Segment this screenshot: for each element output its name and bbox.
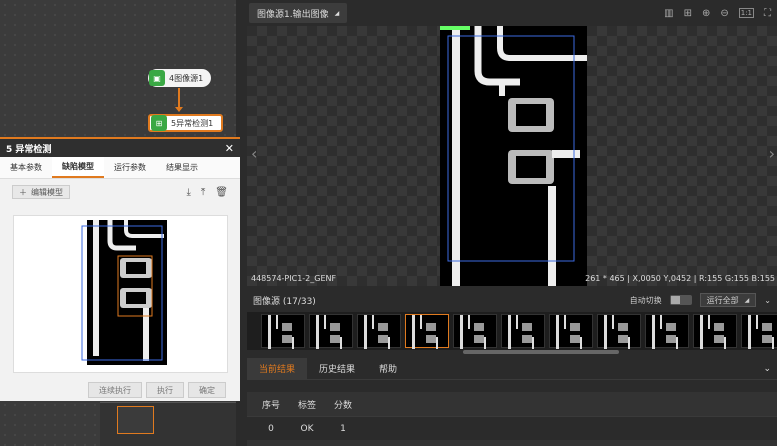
continuous-run-button[interactable]: 连续执行 xyxy=(88,382,142,398)
dialog-tabs: 基本参数 缺陷模型 运行参数 结果显示 xyxy=(0,157,240,179)
flow-node-image-source-label: 4图像源1 xyxy=(169,73,204,83)
tab-result-display[interactable]: 结果显示 xyxy=(156,157,208,178)
cell-score: 1 xyxy=(340,423,346,434)
connector-arrow-icon xyxy=(175,107,183,112)
image-name: 448574-PIC1-2_GENF xyxy=(251,274,337,283)
anomaly-detection-icon: ⊞ xyxy=(151,115,167,131)
import-icon[interactable]: ⤓ xyxy=(186,187,190,198)
pixel-info: 261 * 465 | X,0050 Y,0452 | R:155 G:155 … xyxy=(585,274,775,283)
run-all-label: 运行全部 xyxy=(706,295,739,305)
thumbnail-scrollbar[interactable] xyxy=(463,350,619,354)
delete-icon[interactable]: 🗑 xyxy=(215,187,228,198)
column-header-label: 标签 xyxy=(297,400,316,411)
image-thumbnail[interactable] xyxy=(357,314,401,349)
image-thumbnail[interactable] xyxy=(309,314,353,349)
flow-node-image-source[interactable]: ▣ 4图像源1 xyxy=(148,69,212,87)
table-row[interactable]: 0 OK 1 xyxy=(247,416,777,440)
image-thumbnail[interactable] xyxy=(453,314,497,349)
results-table: 序号 标签 分数 0 OK 1 xyxy=(247,392,777,446)
close-icon[interactable]: ✕ xyxy=(225,142,234,155)
dropdown-corner-icon: ◢ xyxy=(334,9,340,17)
confirm-button[interactable]: 确定 xyxy=(188,382,226,398)
zoom-out-icon[interactable]: ⊖ xyxy=(720,8,728,19)
mini-thumbnail[interactable] xyxy=(117,406,154,434)
tab-history-result[interactable]: 历史结果 xyxy=(307,358,367,379)
tab-run-params[interactable]: 运行参数 xyxy=(104,157,156,178)
tab-basic-params[interactable]: 基本参数 xyxy=(0,157,52,178)
image-viewer[interactable]: ‹ › 448574-PIC1-2_GENF 261 * 465 | X,005… xyxy=(247,26,777,286)
model-preview-image xyxy=(81,220,167,365)
dialog-footer: 连续执行 执行 确定 xyxy=(0,379,240,401)
image-thumbnail[interactable] xyxy=(597,314,641,349)
image-strip-header: 图像源 (17/33) 自动切换 运行全部 ◢ ⌄ xyxy=(247,290,777,310)
model-preview[interactable] xyxy=(13,215,228,373)
dropdown-corner-icon: ◢ xyxy=(744,296,750,304)
image-icon: ▣ xyxy=(149,70,165,86)
image-thumbnail[interactable] xyxy=(501,314,545,349)
dialog-toolbar: ＋ 编辑模型 ⤓ ⤒ 🗑 xyxy=(0,179,240,205)
viewer-header: 图像源1.输出图像 ◢ ▥ ⊞ ⊕ ⊖ 1:1 ⛶ xyxy=(243,0,777,26)
edit-model-button[interactable]: ＋ 编辑模型 xyxy=(12,185,70,199)
crosshair-icon[interactable]: ⊞ xyxy=(684,8,692,19)
results-collapse-chevron-icon[interactable]: ⌄ xyxy=(763,358,777,379)
viewer-image xyxy=(440,26,587,286)
dialog-title: 5 异常检测 xyxy=(6,144,52,155)
auto-switch-toggle[interactable] xyxy=(669,295,692,305)
edit-model-label: 编辑模型 xyxy=(31,187,63,197)
image-thumbnail[interactable] xyxy=(405,314,449,349)
image-source-select[interactable]: 图像源1.输出图像 ◢ xyxy=(249,3,348,23)
plus-icon: ＋ xyxy=(19,187,27,197)
dialog-header: 5 异常检测 ✕ xyxy=(0,139,240,157)
tab-defect-model[interactable]: 缺陷模型 xyxy=(52,157,104,178)
image-source-label: 图像源1.输出图像 xyxy=(257,9,329,20)
main-area: 图像源1.输出图像 ◢ ▥ ⊞ ⊕ ⊖ 1:1 ⛶ ‹ › 448574-PIC… xyxy=(243,0,777,446)
actual-size-icon[interactable]: 1:1 xyxy=(738,8,754,18)
zoom-in-icon[interactable]: ⊕ xyxy=(702,8,710,19)
run-button[interactable]: 执行 xyxy=(146,382,184,398)
flow-node-anomaly-detection-label: 5异常检测1 xyxy=(171,118,214,128)
layout-icon[interactable]: ▥ xyxy=(664,8,673,19)
export-icon[interactable]: ⤒ xyxy=(201,187,205,198)
image-strip-title: 图像源 (17/33) xyxy=(253,296,316,307)
image-thumbnail[interactable] xyxy=(645,314,689,349)
column-header-score: 分数 xyxy=(333,400,352,411)
cell-index: 0 xyxy=(268,423,274,434)
run-all-select[interactable]: 运行全部 ◢ xyxy=(699,293,757,307)
column-header-index: 序号 xyxy=(261,400,280,411)
tab-help[interactable]: 帮助 xyxy=(367,358,409,379)
flow-node-anomaly-detection[interactable]: ⊞ 5异常检测1 xyxy=(148,114,224,132)
image-thumbnail-strip[interactable] xyxy=(247,312,777,350)
table-header-row: 序号 标签 分数 xyxy=(247,392,777,416)
collapse-chevron-icon[interactable]: ⌄ xyxy=(764,296,771,305)
auto-switch-label: 自动切换 xyxy=(629,295,662,305)
prev-image-icon[interactable]: ‹ xyxy=(251,144,257,163)
image-thumbnail[interactable] xyxy=(549,314,593,349)
image-thumbnail[interactable] xyxy=(261,314,305,349)
cell-label: OK xyxy=(300,423,314,434)
fit-screen-icon[interactable]: ⛶ xyxy=(764,8,771,19)
image-thumbnail[interactable] xyxy=(693,314,737,349)
results-tabs: 当前结果 历史结果 帮助 ⌄ xyxy=(247,358,777,380)
tab-current-result[interactable]: 当前结果 xyxy=(247,358,308,379)
next-image-icon[interactable]: › xyxy=(769,144,775,163)
image-thumbnail[interactable] xyxy=(741,314,777,349)
anomaly-detection-dialog: 5 异常检测 ✕ 基本参数 缺陷模型 运行参数 结果显示 ＋ 编辑模型 ⤓ ⤒ … xyxy=(0,137,240,401)
